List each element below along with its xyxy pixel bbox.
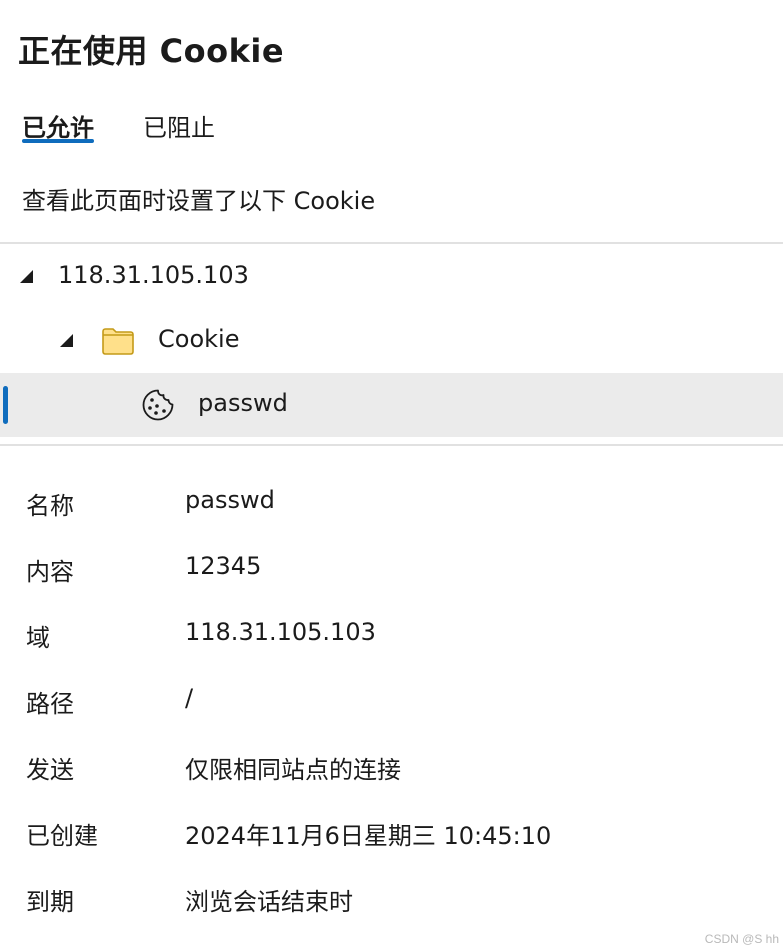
detail-row-created: 已创建 2024年11月6日星期三 10:45:10: [0, 816, 783, 856]
detail-key: 域: [26, 624, 50, 652]
detail-row-domain: 域 118.31.105.103: [0, 618, 783, 658]
detail-key: 内容: [26, 558, 74, 586]
page-title: 正在使用 Cookie: [18, 32, 285, 70]
folder-icon: [102, 328, 134, 355]
detail-key: 到期: [26, 888, 74, 916]
detail-value: 浏览会话结束时: [185, 888, 353, 916]
detail-row-expires: 到期 浏览会话结束时: [0, 882, 783, 922]
tab-allowed[interactable]: 已允许: [22, 108, 94, 143]
watermark: CSDN @S hh: [704, 932, 779, 946]
detail-row-name: 名称 passwd: [0, 486, 783, 526]
detail-row-send: 发送 仅限相同站点的连接: [0, 750, 783, 790]
active-tab-indicator: [22, 139, 94, 143]
detail-key: 路径: [26, 690, 74, 718]
tree-item-cookie-label: passwd: [198, 389, 288, 417]
detail-row-content: 内容 12345: [0, 552, 783, 592]
detail-value: 118.31.105.103: [185, 618, 376, 646]
tree-item-folder-label: Cookie: [158, 325, 240, 353]
tab-blocked[interactable]: 已阻止: [143, 108, 215, 143]
detail-row-path: 路径 /: [0, 684, 783, 724]
tree-item-cookie-folder[interactable]: Cookie: [0, 309, 783, 373]
top-divider: [0, 242, 783, 244]
cookie-icon: [142, 389, 174, 421]
expanded-chevron-icon[interactable]: [58, 332, 74, 348]
detail-value: 12345: [185, 552, 262, 580]
cookie-description: 查看此页面时设置了以下 Cookie: [22, 187, 376, 215]
detail-value: 2024年11月6日星期三 10:45:10: [185, 822, 552, 850]
tree-item-site-label: 118.31.105.103: [58, 261, 249, 289]
detail-key: 名称: [26, 492, 74, 520]
details-divider: [0, 444, 783, 446]
tree-item-cookie-passwd[interactable]: passwd: [0, 373, 783, 437]
detail-key: 已创建: [26, 822, 98, 850]
detail-value: /: [185, 684, 194, 712]
detail-value: 仅限相同站点的连接: [185, 756, 401, 784]
detail-value: passwd: [185, 486, 275, 514]
expanded-chevron-icon[interactable]: [18, 268, 34, 284]
selection-indicator: [3, 386, 8, 424]
tree-item-site[interactable]: 118.31.105.103: [0, 245, 783, 309]
detail-key: 发送: [26, 756, 74, 784]
